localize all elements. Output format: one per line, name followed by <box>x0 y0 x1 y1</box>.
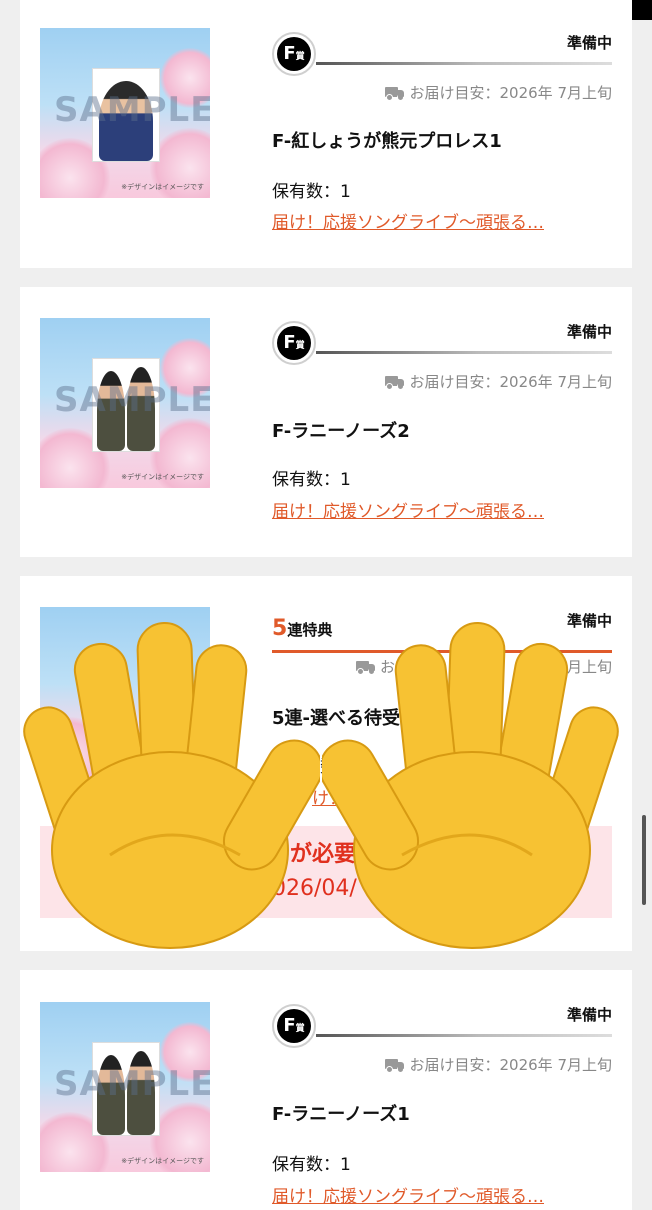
status-label: 準備中 <box>566 34 612 52</box>
sample-watermark: SAMPLE <box>54 1064 210 1104</box>
sample-watermark: SAMPLE <box>54 90 210 130</box>
raised-hand-left-icon <box>23 622 320 949</box>
scrollbar[interactable] <box>642 815 646 905</box>
quantity: 保有数：1 <box>272 182 351 202</box>
event-link[interactable]: 届け！応援ソングライブ〜頑張る… <box>272 208 544 233</box>
product-thumbnail[interactable]: SAMPLE ※デザインはイメージです <box>40 28 210 198</box>
delivery-estimate: お届け目安：2026年 7月上旬 <box>385 371 612 392</box>
product-title: F-ラニーノーズ1 <box>272 1104 410 1125</box>
prize-card[interactable]: SAMPLE ※デザインはイメージです F賞 準備中 お届け目安：2026年 7… <box>20 970 632 1210</box>
truck-icon <box>385 1058 405 1073</box>
quantity: 保有数：1 <box>272 1155 351 1175</box>
prize-card[interactable]: SAMPLE ※デザインはイメージです F賞 準備中 お届け目安：2026年 7… <box>20 0 632 268</box>
truck-icon <box>385 375 405 390</box>
delivery-estimate: お届け目安：2026年 7月上旬 <box>385 1054 612 1075</box>
product-thumbnail[interactable]: SAMPLE ※デザインはイメージです <box>40 1002 210 1172</box>
badge-rule <box>316 1034 612 1037</box>
product-title: F-ラニーノーズ2 <box>272 421 410 442</box>
quantity: 保有数：1 <box>272 470 351 490</box>
status-label: 準備中 <box>566 323 612 341</box>
raised-hand-right-icon <box>322 622 619 949</box>
prize-card[interactable]: SAMPLE ※デザインはイメージです F賞 準備中 お届け目安：2026年 7… <box>20 287 632 557</box>
badge-rule <box>316 62 612 65</box>
truck-icon <box>385 86 405 101</box>
event-link[interactable]: 届け！応援ソングライブ〜頑張る… <box>272 497 544 522</box>
event-link[interactable]: 届け！応援ソングライブ〜頑張る… <box>272 1182 544 1207</box>
delivery-estimate: お届け目安：2026年 7月上旬 <box>385 82 612 103</box>
product-title: F-紅しょうが熊元プロレス1 <box>272 131 502 152</box>
prize-rank-badge: F賞 <box>272 1004 316 1048</box>
image-note: ※デザインはイメージです <box>121 183 204 191</box>
badge-rule <box>316 351 612 354</box>
sample-watermark: SAMPLE <box>54 380 210 420</box>
prize-rank-badge: F賞 <box>272 32 316 76</box>
image-note: ※デザインはイメージです <box>121 473 204 481</box>
product-thumbnail[interactable]: SAMPLE ※デザインはイメージです <box>40 318 210 488</box>
image-note: ※デザインはイメージです <box>121 1157 204 1165</box>
status-label: 準備中 <box>566 1006 612 1024</box>
prize-rank-badge: F賞 <box>272 321 316 365</box>
